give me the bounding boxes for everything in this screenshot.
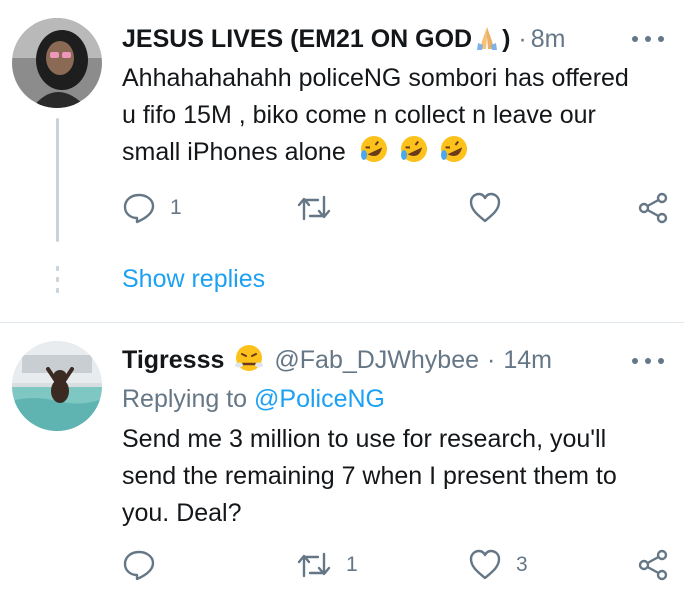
retweet-button[interactable]	[296, 188, 346, 228]
show-replies-link[interactable]: Show replies	[122, 265, 265, 294]
tweet-text: Send me 3 million to use for research, y…	[122, 425, 617, 527]
tweet[interactable]: Tigresss @Fab_DJWhybee · 14m Replying to…	[0, 322, 684, 607]
display-name[interactable]: Tigresss	[122, 346, 224, 375]
like-button[interactable]	[468, 188, 516, 228]
avatar[interactable]	[12, 341, 102, 431]
timestamp[interactable]: 14m	[503, 346, 552, 375]
tweet-actions: 1	[0, 188, 684, 228]
more-icon[interactable]	[632, 355, 664, 367]
display-name-suffix: )	[502, 24, 511, 53]
folded-hands-icon	[474, 23, 500, 56]
avatar-photo	[12, 18, 102, 108]
share-button[interactable]	[636, 188, 670, 228]
replying-to: Replying to @PoliceNG	[122, 385, 385, 414]
like-count: 3	[516, 553, 528, 576]
user-handle[interactable]: @Fab_DJWhybee	[274, 346, 479, 375]
display-name[interactable]: JESUS LIVES (EM21 ON GOD	[122, 25, 472, 54]
tweet[interactable]: JESUS LIVES (EM21 ON GOD ) · 8m Ahhahaha…	[0, 0, 684, 322]
separator: ·	[487, 345, 496, 374]
reply-icon	[123, 550, 155, 581]
reply-count: 1	[170, 196, 182, 219]
like-button[interactable]: 3	[468, 545, 528, 585]
retweet-count: 1	[346, 553, 358, 576]
like-icon	[469, 192, 501, 223]
thread-dots	[55, 266, 60, 299]
separator: ·	[518, 24, 527, 53]
mention-link[interactable]: @PoliceNG	[254, 385, 385, 413]
share-icon	[638, 192, 668, 224]
replying-label: Replying to	[122, 385, 248, 413]
retweet-icon	[297, 552, 331, 578]
reply-icon	[123, 193, 155, 224]
share-icon	[638, 549, 668, 581]
tweet-header: JESUS LIVES (EM21 ON GOD ) · 8m	[122, 22, 565, 56]
face-with-steam-icon	[234, 343, 264, 378]
avatar-photo	[12, 341, 102, 431]
timestamp[interactable]: 8m	[531, 25, 566, 54]
retweet-icon	[297, 195, 331, 221]
tweet-header: Tigresss @Fab_DJWhybee · 14m	[122, 343, 552, 377]
tweet-actions: 1 3	[0, 545, 684, 585]
tweet-text-wrap: Ahhahahahahh policeNG sombori has offere…	[122, 60, 642, 175]
retweet-button[interactable]: 1	[296, 545, 358, 585]
reply-button[interactable]	[122, 545, 170, 585]
share-button[interactable]	[636, 545, 670, 585]
avatar[interactable]	[12, 18, 102, 108]
reply-button[interactable]: 1	[122, 188, 182, 228]
like-icon	[469, 549, 501, 580]
laughing-emoji-icon	[359, 134, 477, 175]
more-icon[interactable]	[632, 33, 664, 45]
